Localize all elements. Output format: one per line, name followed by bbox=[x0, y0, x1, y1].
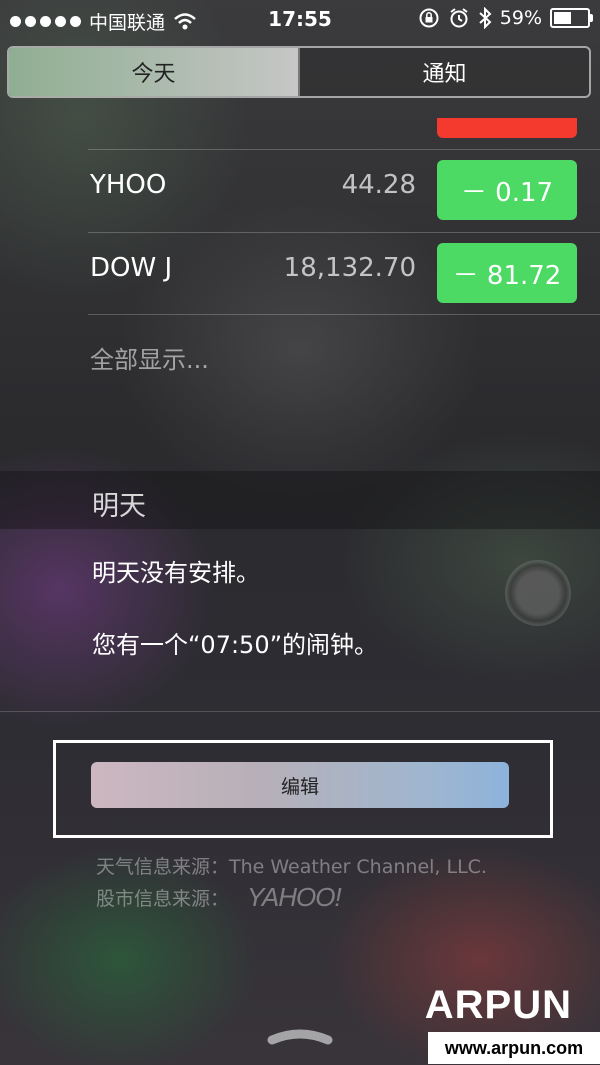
show-all-link[interactable]: 全部显示... bbox=[90, 340, 209, 375]
stock-credit[interactable]: 股市信息来源： YAHOO! bbox=[96, 882, 342, 913]
tab-notifications[interactable]: 通知 bbox=[298, 48, 589, 96]
battery-fill bbox=[554, 12, 571, 24]
stock-change-button[interactable]: － 0.17 bbox=[437, 160, 577, 220]
weather-credit[interactable]: 天气信息来源：The Weather Channel, LLC. bbox=[96, 852, 487, 879]
stock-row[interactable]: DOW J 18,132.70 － 81.72 bbox=[0, 233, 600, 315]
tomorrow-title: 明天 bbox=[92, 491, 146, 522]
battery-percent: 59% bbox=[499, 7, 542, 29]
stock-symbol: DOW J bbox=[90, 253, 173, 283]
stock-credit-label: 股市信息来源： bbox=[96, 888, 230, 910]
battery-icon bbox=[550, 8, 593, 28]
divider bbox=[0, 711, 600, 712]
stock-price: 44.28 bbox=[341, 170, 416, 200]
stock-change-button[interactable]: － 81.72 bbox=[437, 243, 577, 303]
view-tabs: 今天 通知 bbox=[7, 46, 591, 98]
tab-today[interactable]: 今天 bbox=[9, 48, 298, 96]
divider bbox=[88, 314, 600, 315]
status-bar: 中国联通 17:55 59% bbox=[0, 0, 600, 40]
tomorrow-header: 明天 bbox=[0, 471, 600, 529]
status-right: 59% bbox=[418, 7, 593, 29]
stock-symbol: YHOO bbox=[90, 170, 167, 200]
edit-button[interactable]: 编辑 bbox=[91, 762, 509, 808]
bluetooth-icon bbox=[479, 7, 492, 29]
alarm-summary-text: 您有一个“07:50”的闹钟。 bbox=[92, 631, 379, 659]
watermark-brand: ARPUN bbox=[424, 983, 572, 1027]
stock-change-partial[interactable] bbox=[437, 118, 577, 138]
alarm-icon bbox=[450, 8, 468, 28]
stock-row[interactable]: YHOO 44.28 － 0.17 bbox=[0, 150, 600, 232]
grabber-chevron-icon[interactable] bbox=[266, 1026, 334, 1046]
assistive-touch-button[interactable] bbox=[505, 560, 571, 626]
rotation-lock-icon bbox=[419, 8, 439, 28]
watermark-url: www.arpun.com bbox=[428, 1032, 600, 1064]
yahoo-logo: YAHOO! bbox=[247, 882, 342, 912]
stock-price: 18,132.70 bbox=[283, 253, 416, 283]
no-events-text: 明天没有安排。 bbox=[92, 559, 260, 587]
